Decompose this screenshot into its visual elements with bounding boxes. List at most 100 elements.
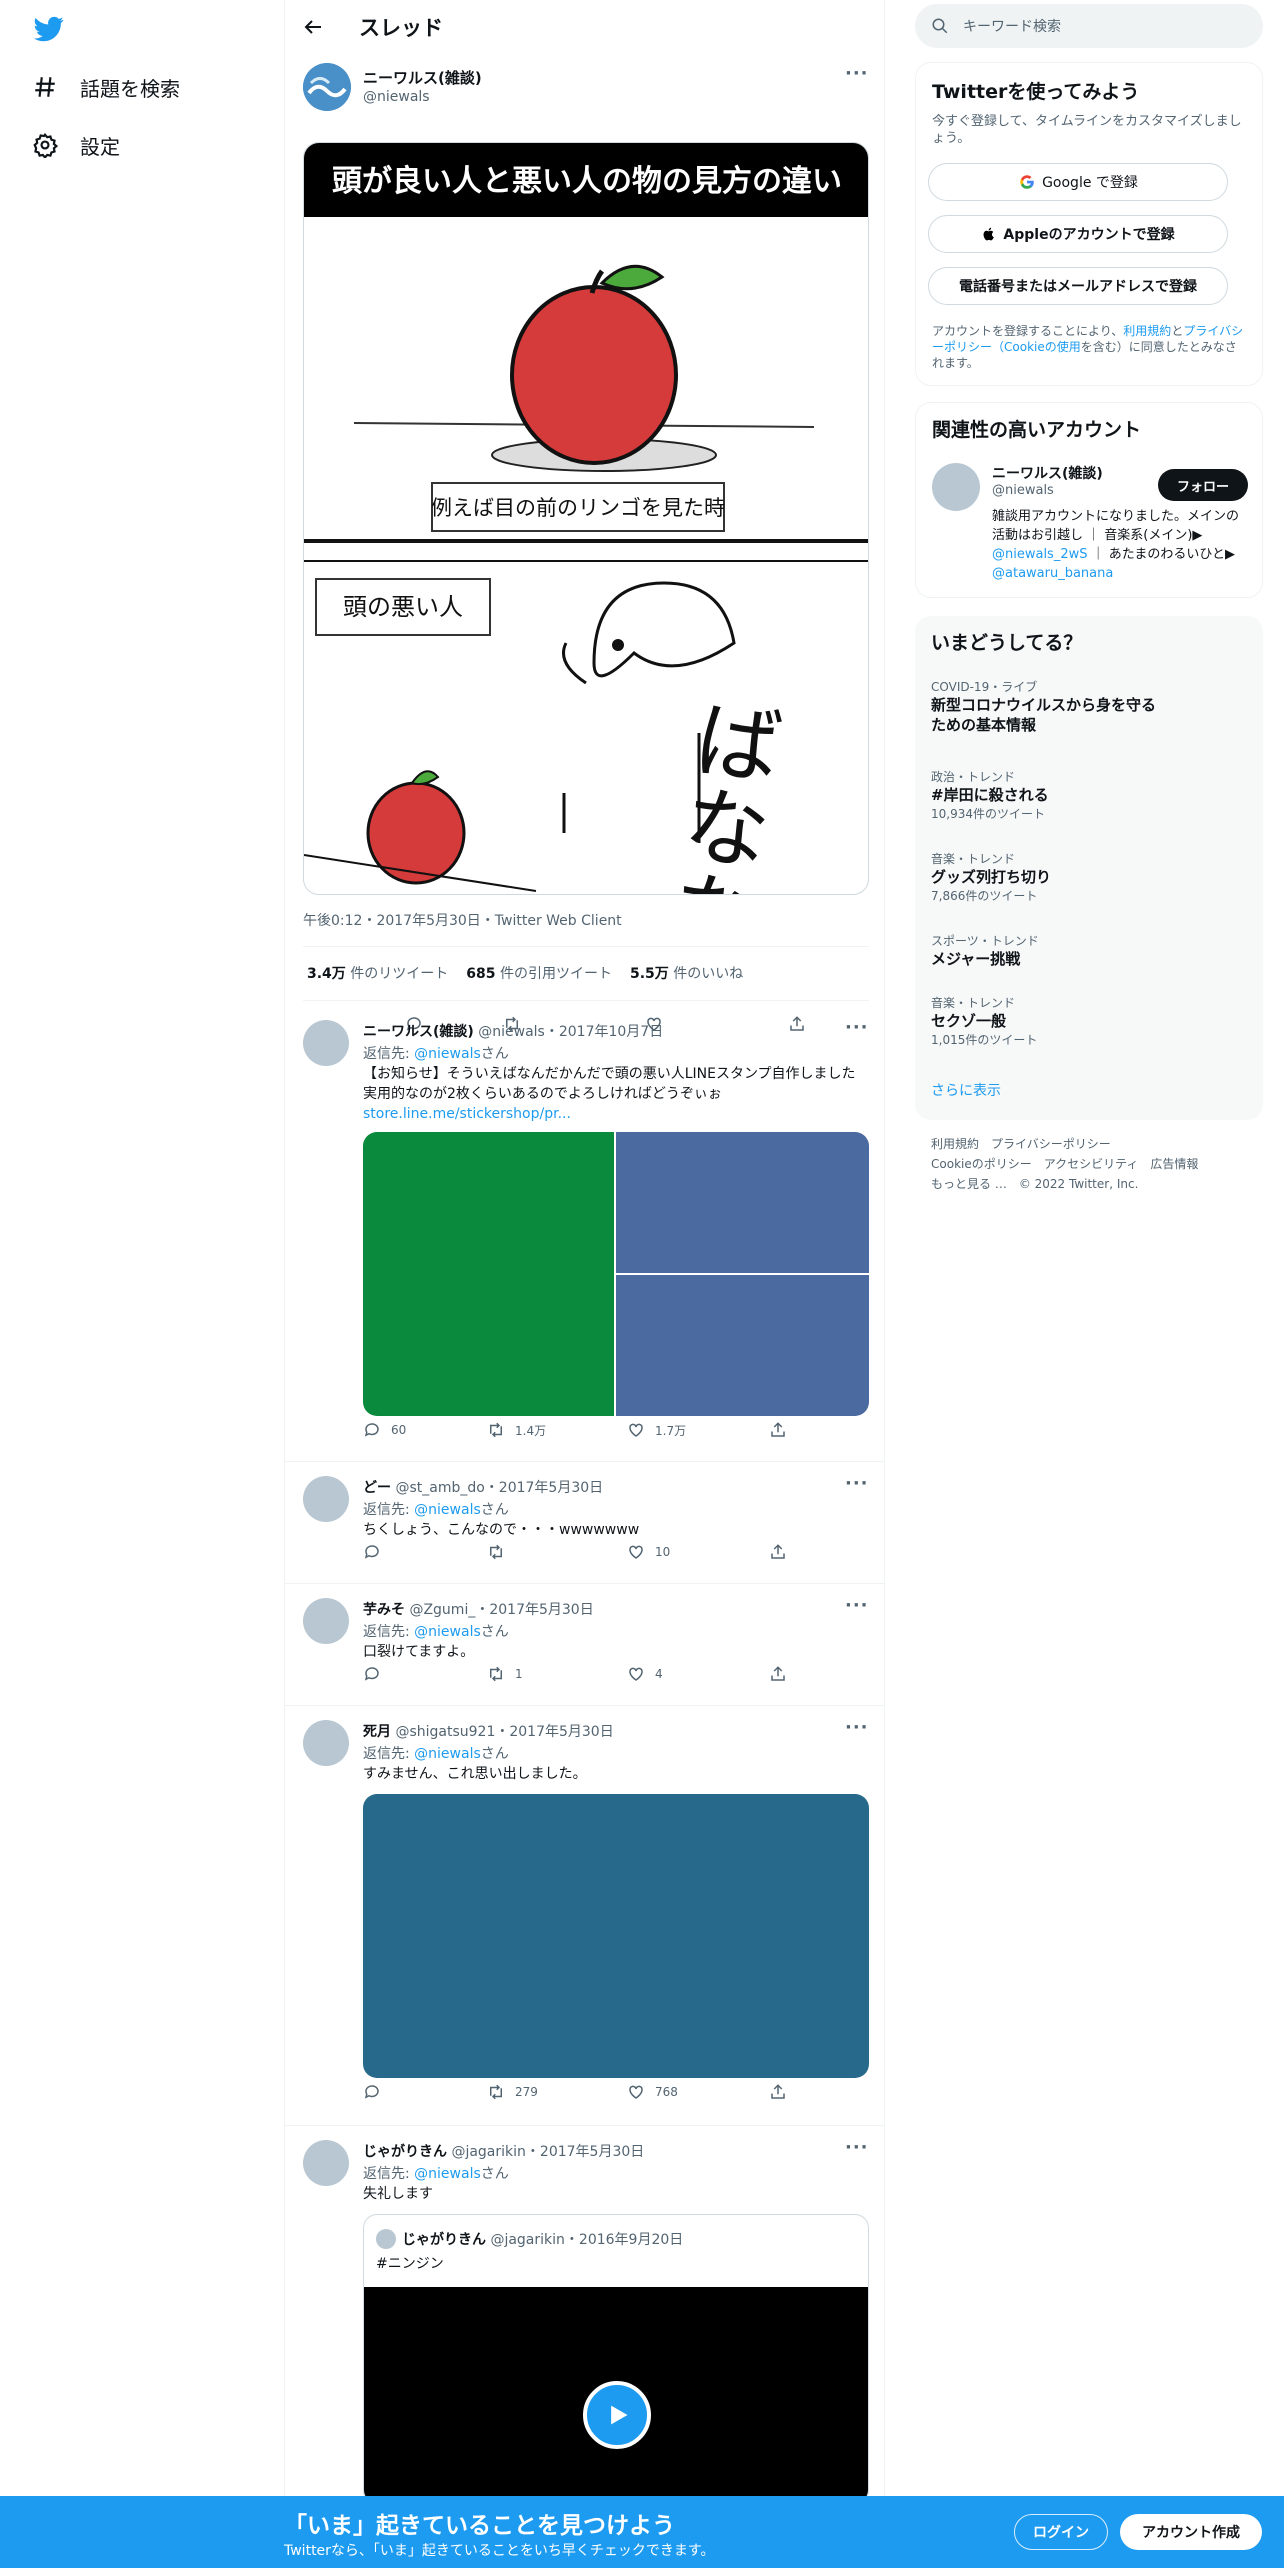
- reply-author-name[interactable]: 芋みそ: [363, 1602, 405, 1618]
- nav-settings[interactable]: 設定: [32, 125, 120, 165]
- trend-item[interactable]: スポーツ・トレンド メジャー挑戦: [931, 932, 1039, 969]
- trend-item[interactable]: 音楽・トレンド グッズ列打ち切り 7,866件のツイート: [931, 850, 1051, 904]
- reply-date[interactable]: ・2017年5月30日: [485, 1480, 603, 1496]
- google-signup-button[interactable]: Google で登録: [928, 163, 1228, 201]
- reply-date[interactable]: ・2017年5月30日: [526, 2144, 644, 2160]
- more-options-icon[interactable]: ···: [845, 1597, 868, 1622]
- like-count[interactable]: 5.5万 件のいいね: [630, 963, 743, 983]
- footer-line[interactable]: Cookieのポリシー アクセシビリティ 広告情報: [931, 1154, 1198, 1174]
- share-button[interactable]: [769, 2083, 787, 2101]
- share-button[interactable]: [769, 1421, 787, 1439]
- related-account-name[interactable]: ニーワルス(雑談): [992, 463, 1103, 483]
- like-button[interactable]: 4: [627, 1665, 663, 1683]
- apple-signup-button[interactable]: Appleのアカウントで登録: [928, 215, 1228, 253]
- search-input[interactable]: キーワード検索: [915, 4, 1263, 48]
- footer-line[interactable]: もっと見る … © 2022 Twitter, Inc.: [931, 1174, 1198, 1194]
- main-tweet-author-name[interactable]: ニーワルス(雑談): [363, 67, 482, 88]
- bio-link[interactable]: @niewals_2wS: [992, 547, 1088, 562]
- reply-author-handle[interactable]: @niewals: [478, 1024, 545, 1040]
- main-tweet-avatar[interactable]: [303, 63, 351, 111]
- twitter-logo-icon[interactable]: [32, 14, 66, 44]
- media-image[interactable]: [616, 1275, 869, 1416]
- reply-button[interactable]: [363, 1543, 391, 1561]
- retweet-button[interactable]: 1.4万: [487, 1421, 546, 1439]
- more-options-icon[interactable]: ···: [845, 65, 868, 90]
- bio-link[interactable]: @atawaru_banana: [992, 566, 1113, 581]
- main-tweet-timestamp[interactable]: 午後0:12・2017年5月30日・Twitter Web Client: [303, 910, 622, 930]
- reply-date[interactable]: ・2017年5月30日: [475, 1602, 593, 1618]
- like-button[interactable]: 1.7万: [627, 1421, 686, 1439]
- reply-tweet[interactable]: 芋みそ @Zgumi_・2017年5月30日 ··· 返信先: @niewals…: [285, 1584, 885, 1706]
- trend-item[interactable]: COVID-19・ライブ 新型コロナウイルスから身を守るための基本情報: [931, 678, 1161, 735]
- reply-button[interactable]: [363, 2083, 391, 2101]
- reply-to-link[interactable]: @niewals: [414, 1746, 481, 1762]
- avatar[interactable]: [303, 1598, 349, 1644]
- quote-count[interactable]: 685 件の引用ツイート: [466, 963, 612, 983]
- reply-author-handle[interactable]: @jagarikin: [451, 2144, 525, 2160]
- external-link[interactable]: store.line.me/stickershop/pr...: [363, 1106, 571, 1122]
- phone-email-signup-button[interactable]: 電話番号またはメールアドレスで登録: [928, 267, 1228, 305]
- terms-link[interactable]: 利用規約: [1123, 324, 1171, 338]
- retweet-count[interactable]: 3.4万 件のリツイート: [307, 963, 448, 983]
- more-options-icon[interactable]: ···: [845, 2139, 868, 2164]
- quoted-tweet[interactable]: じゃがりきん @jagarikin・2016年9月20日 #ニンジン: [363, 2214, 869, 2504]
- retweet-button[interactable]: [487, 1543, 515, 1561]
- more-options-icon[interactable]: ···: [845, 1019, 868, 1044]
- signup-button[interactable]: アカウント作成: [1120, 2514, 1262, 2550]
- reply-icon: [364, 1423, 379, 1437]
- reply-tweet[interactable]: ニーワルス(雑談) @niewals・2017年10月7日 ··· 返信先: @…: [285, 1006, 885, 1462]
- media-image[interactable]: [616, 1132, 869, 1273]
- media-image[interactable]: [363, 1794, 869, 2078]
- retweet-button[interactable]: 1: [487, 1665, 523, 1683]
- retweet-button[interactable]: 279: [487, 2083, 538, 2101]
- avatar[interactable]: [303, 1020, 349, 1066]
- reply-author-handle[interactable]: @st_amb_do: [395, 1480, 484, 1496]
- related-account-handle[interactable]: @niewals: [992, 483, 1054, 498]
- reply-author-handle[interactable]: @shigatsu921: [395, 1724, 495, 1740]
- reply-author-name[interactable]: じゃがりきん: [363, 2144, 447, 2160]
- reply-to-link[interactable]: @niewals: [414, 1502, 481, 1518]
- show-more-link[interactable]: さらに表示: [931, 1080, 1001, 1100]
- main-tweet-image[interactable]: 頭が良い人と悪い人の物の見方の違い 例えば目の前のリンゴを見た時 頭の悪い人 ば…: [303, 142, 869, 895]
- reply-author-name[interactable]: どー: [363, 1480, 391, 1496]
- reply-to-link[interactable]: @niewals: [414, 1624, 481, 1640]
- footer-line[interactable]: 利用規約 プライバシーポリシー: [931, 1134, 1198, 1154]
- share-icon: [771, 1422, 785, 1437]
- reply-author-name[interactable]: ニーワルス(雑談): [363, 1024, 474, 1040]
- reply-button[interactable]: 60: [363, 1421, 406, 1439]
- reply-button[interactable]: [363, 1665, 391, 1683]
- avatar[interactable]: [932, 463, 980, 511]
- reply-author-handle[interactable]: @Zgumi_: [409, 1602, 475, 1618]
- share-button[interactable]: [769, 1543, 787, 1561]
- share-button[interactable]: [769, 1665, 787, 1683]
- follow-button[interactable]: フォロー: [1158, 469, 1248, 501]
- thread-header: スレッド: [285, 0, 885, 54]
- play-icon[interactable]: [583, 2381, 651, 2449]
- back-arrow-icon[interactable]: [301, 15, 325, 39]
- media-image[interactable]: [363, 1132, 614, 1416]
- avatar[interactable]: [303, 1476, 349, 1522]
- reply-media-grid[interactable]: [363, 1132, 869, 1416]
- reply-to-link[interactable]: @niewals: [414, 2166, 481, 2182]
- more-options-icon[interactable]: ···: [845, 1719, 868, 1744]
- reply-tweet[interactable]: じゃがりきん @jagarikin・2017年5月30日 ··· 返信先: @n…: [285, 2126, 885, 2504]
- reply-date[interactable]: ・2017年5月30日: [495, 1724, 613, 1740]
- login-button[interactable]: ログイン: [1014, 2514, 1108, 2550]
- apple-icon: [983, 227, 995, 241]
- more-options-icon[interactable]: ···: [845, 1475, 868, 1500]
- avatar[interactable]: [303, 1720, 349, 1766]
- nav-explore[interactable]: 話題を検索: [32, 67, 180, 107]
- like-button[interactable]: 768: [627, 2083, 678, 2101]
- reply-tweet[interactable]: 死月 @shigatsu921・2017年5月30日 ··· 返信先: @nie…: [285, 1706, 885, 2126]
- quoted-date: ・2016年9月20日: [564, 2232, 684, 2248]
- video-player[interactable]: [364, 2287, 868, 2503]
- trend-item[interactable]: 音楽・トレンド セクゾ一般 1,015件のツイート: [931, 994, 1037, 1048]
- reply-date[interactable]: ・2017年10月7日: [545, 1024, 663, 1040]
- trend-item[interactable]: 政治・トレンド #岸田に殺される 10,934件のツイート: [931, 768, 1049, 822]
- main-tweet-author-handle[interactable]: @niewals: [363, 89, 430, 105]
- avatar[interactable]: [303, 2140, 349, 2186]
- like-button[interactable]: 10: [627, 1543, 670, 1561]
- reply-to-link[interactable]: @niewals: [414, 1046, 481, 1062]
- reply-tweet[interactable]: どー @st_amb_do・2017年5月30日 ··· 返信先: @niewa…: [285, 1462, 885, 1584]
- reply-author-name[interactable]: 死月: [363, 1724, 391, 1740]
